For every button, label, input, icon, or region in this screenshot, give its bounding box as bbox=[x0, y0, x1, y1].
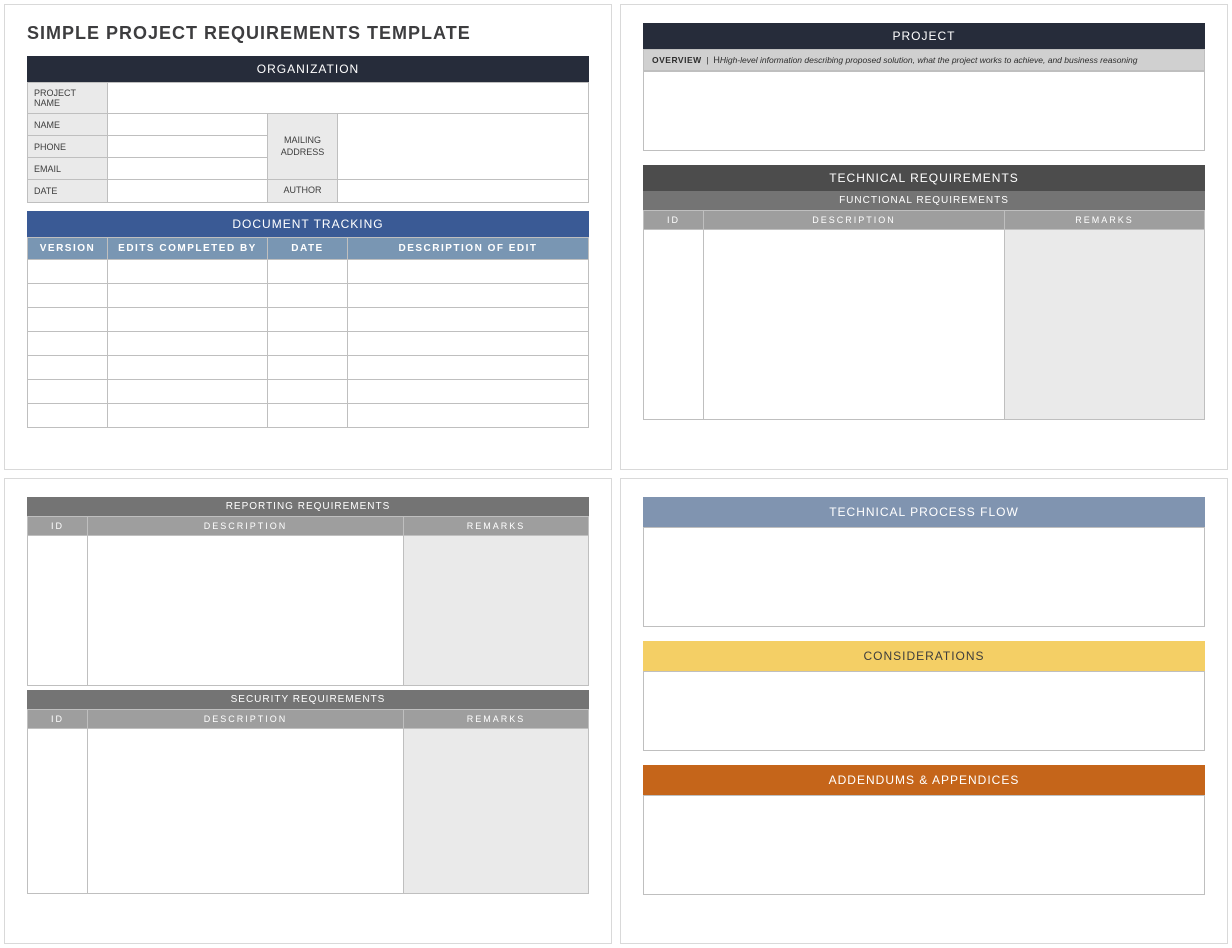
tracking-row bbox=[28, 283, 589, 307]
name-label: NAME bbox=[28, 114, 108, 136]
email-value[interactable] bbox=[108, 158, 268, 180]
name-value[interactable] bbox=[108, 114, 268, 136]
func-remarks-cell[interactable] bbox=[1005, 230, 1205, 420]
tracking-row bbox=[28, 355, 589, 379]
col-remarks: REMARKS bbox=[404, 710, 589, 729]
quadrant-bottom-left: REPORTING REQUIREMENTS ID DESCRIPTION RE… bbox=[4, 478, 612, 944]
date-value[interactable] bbox=[108, 180, 268, 203]
mailing-address-label: MAILING ADDRESS bbox=[268, 114, 338, 180]
author-value[interactable] bbox=[338, 180, 589, 203]
rep-remarks-cell[interactable] bbox=[404, 536, 589, 686]
phone-label: PHONE bbox=[28, 136, 108, 158]
col-desc: DESCRIPTION bbox=[88, 710, 404, 729]
tracking-table: VERSION EDITS COMPLETED BY DATE DESCRIPT… bbox=[27, 237, 589, 428]
organization-table: PROJECT NAME NAME MAILING ADDRESS PHONE … bbox=[27, 82, 589, 203]
project-name-label: PROJECT NAME bbox=[28, 83, 108, 114]
overview-row: OVERVIEW | HHigh-level information descr… bbox=[643, 49, 1205, 71]
sec-id-cell[interactable] bbox=[28, 729, 88, 894]
considerations-textarea[interactable] bbox=[643, 671, 1205, 751]
rep-id-cell[interactable] bbox=[28, 536, 88, 686]
col-edits: EDITS COMPLETED BY bbox=[108, 237, 268, 259]
col-id: ID bbox=[644, 211, 704, 230]
addendums-textarea[interactable] bbox=[643, 795, 1205, 895]
col-desc: DESCRIPTION bbox=[88, 517, 404, 536]
sec-remarks-cell[interactable] bbox=[404, 729, 589, 894]
phone-value[interactable] bbox=[108, 136, 268, 158]
col-desc: DESCRIPTION bbox=[704, 211, 1005, 230]
org-row-date: DATE AUTHOR bbox=[28, 180, 589, 203]
func-id-cell[interactable] bbox=[644, 230, 704, 420]
quadrant-top-left: SIMPLE PROJECT REQUIREMENTS TEMPLATE ORG… bbox=[4, 4, 612, 470]
tech-req-header: TECHNICAL REQUIREMENTS bbox=[643, 165, 1205, 191]
mailing-address-value[interactable] bbox=[338, 114, 589, 180]
overview-label: OVERVIEW bbox=[652, 55, 702, 65]
col-desc: DESCRIPTION OF EDIT bbox=[348, 237, 589, 259]
project-header: PROJECT bbox=[643, 23, 1205, 49]
func-req-header: FUNCTIONAL REQUIREMENTS bbox=[643, 191, 1205, 210]
col-version: VERSION bbox=[28, 237, 108, 259]
functional-req-table: ID DESCRIPTION REMARKS bbox=[643, 210, 1205, 420]
func-desc-cell[interactable] bbox=[704, 230, 1005, 420]
reporting-req-table: ID DESCRIPTION REMARKS bbox=[27, 516, 589, 686]
quadrant-top-right: PROJECT OVERVIEW | HHigh-level informati… bbox=[620, 4, 1228, 470]
org-row-name: NAME MAILING ADDRESS bbox=[28, 114, 589, 136]
author-label: AUTHOR bbox=[268, 180, 338, 203]
overview-textarea[interactable] bbox=[643, 71, 1205, 151]
date-label: DATE bbox=[28, 180, 108, 203]
tracking-row bbox=[28, 307, 589, 331]
col-id: ID bbox=[28, 517, 88, 536]
tracking-row bbox=[28, 259, 589, 283]
security-req-table: ID DESCRIPTION REMARKS bbox=[27, 709, 589, 894]
tracking-row bbox=[28, 403, 589, 427]
sec-desc-cell[interactable] bbox=[88, 729, 404, 894]
rep-desc-cell[interactable] bbox=[88, 536, 404, 686]
email-label: EMAIL bbox=[28, 158, 108, 180]
overview-hint: High-level information describing propos… bbox=[720, 55, 1138, 65]
quadrant-bottom-right: TECHNICAL PROCESS FLOW CONSIDERATIONS AD… bbox=[620, 478, 1228, 944]
project-name-value[interactable] bbox=[108, 83, 589, 114]
col-remarks: REMARKS bbox=[1005, 211, 1205, 230]
considerations-header: CONSIDERATIONS bbox=[643, 641, 1205, 671]
reporting-header: REPORTING REQUIREMENTS bbox=[27, 497, 589, 516]
col-remarks: REMARKS bbox=[404, 517, 589, 536]
flow-header: TECHNICAL PROCESS FLOW bbox=[643, 497, 1205, 527]
col-date: DATE bbox=[268, 237, 348, 259]
flow-textarea[interactable] bbox=[643, 527, 1205, 627]
security-header: SECURITY REQUIREMENTS bbox=[27, 690, 589, 709]
addendums-header: ADDENDUMS & APPENDICES bbox=[643, 765, 1205, 795]
org-row-project-name: PROJECT NAME bbox=[28, 83, 589, 114]
col-id: ID bbox=[28, 710, 88, 729]
tracking-header: DOCUMENT TRACKING bbox=[27, 211, 589, 237]
tracking-row bbox=[28, 379, 589, 403]
tracking-row bbox=[28, 331, 589, 355]
organization-header: ORGANIZATION bbox=[27, 56, 589, 82]
page-title: SIMPLE PROJECT REQUIREMENTS TEMPLATE bbox=[27, 23, 589, 44]
